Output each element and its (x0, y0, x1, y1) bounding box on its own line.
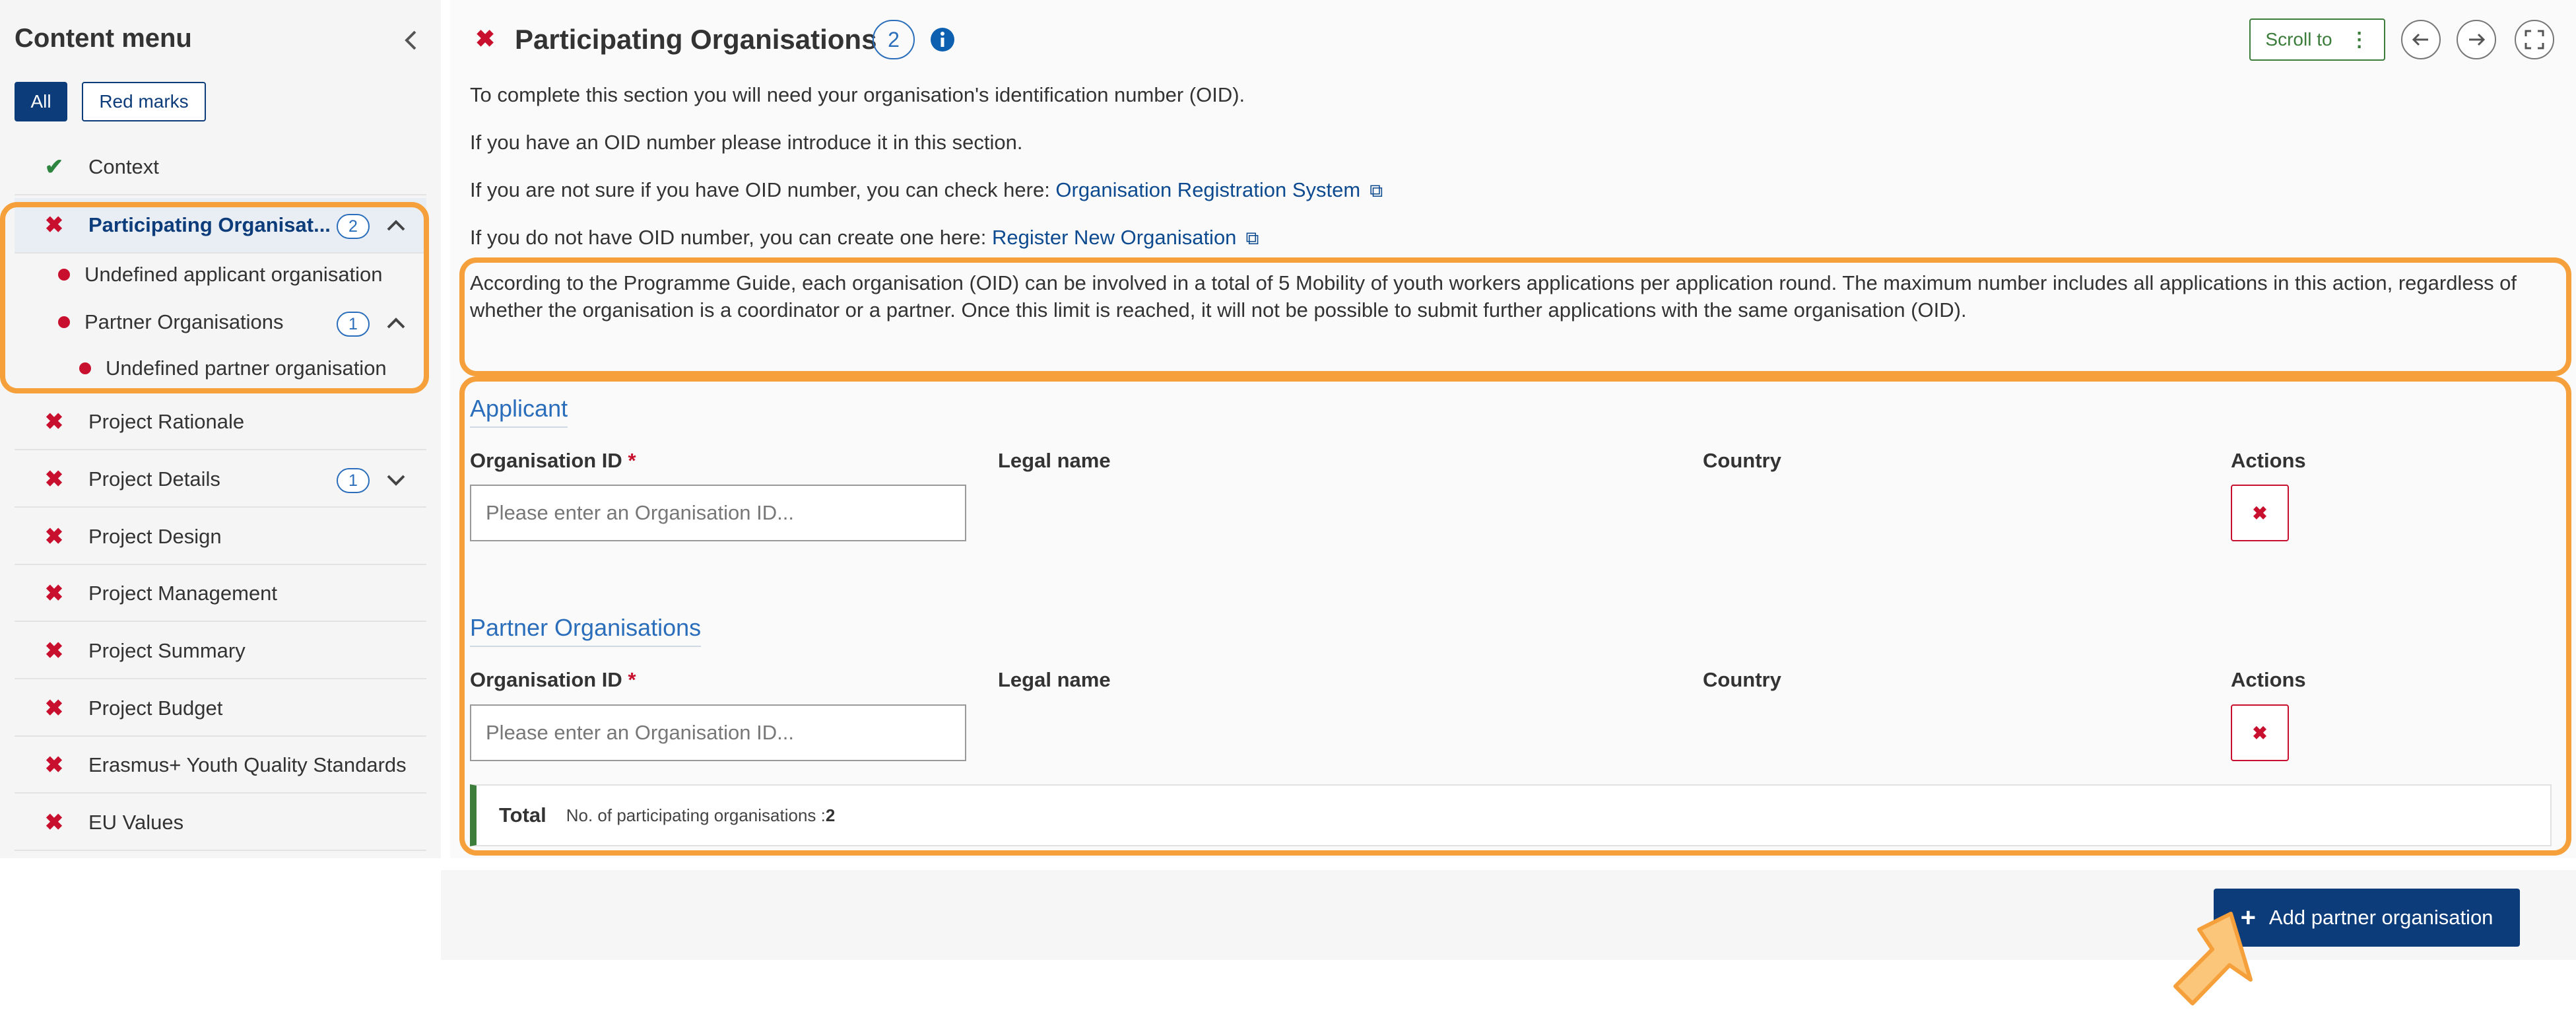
total-count: 2 (825, 805, 836, 825)
sidebar-item-label: Project Rationale (88, 410, 245, 433)
error-x-icon: ✖ (44, 753, 64, 778)
error-x-icon: ✖ (44, 638, 64, 663)
sidebar-item-label: Project Design (88, 525, 222, 548)
external-link-icon: ⧉ (1245, 228, 1259, 248)
intro-text: If you are not sure if you have OID numb… (470, 178, 1056, 201)
column-legal-name: Legal name (998, 668, 1111, 691)
sidebar-item-label: Context (88, 155, 159, 178)
section-title: Participating Organisations (515, 24, 877, 55)
sidebar-item-project-rationale[interactable]: ✖ Project Rationale (15, 395, 426, 450)
sidebar-item-project-budget[interactable]: ✖ Project Budget (15, 681, 426, 737)
next-section-button[interactable] (2457, 20, 2496, 59)
sidebar-title: Content menu (15, 24, 192, 53)
remove-partner-button[interactable]: ✖ (2231, 704, 2289, 761)
arrow-left-icon (2412, 33, 2428, 46)
add-partner-label: Add partner organisation (2268, 906, 2493, 929)
filter-red-marks-button[interactable]: Red marks (82, 82, 206, 121)
sidebar-item-eu-values[interactable]: ✖ EU Values (15, 796, 426, 851)
expand-icon (2525, 30, 2544, 50)
sidebar-item-youth-quality-standards[interactable]: ✖ Erasmus+ Youth Quality Standards (15, 738, 426, 794)
intro-line-create: If you do not have OID number, you can c… (470, 226, 1259, 250)
column-actions: Actions (2231, 668, 2306, 691)
intro-line-have-oid: If you have an OID number please introdu… (470, 131, 1023, 154)
expand-project-details-toggle[interactable] (383, 467, 409, 493)
total-text: No. of participating organisations : (566, 805, 826, 825)
sidebar-item-project-management[interactable]: ✖ Project Management (15, 566, 426, 622)
column-country: Country (1703, 449, 1781, 472)
close-icon: ✖ (2252, 502, 2268, 524)
error-x-icon: ✖ (44, 409, 64, 434)
partners-heading: Partner Organisations (470, 614, 702, 647)
filter-all-button[interactable]: All (15, 82, 67, 121)
partner-oid-input[interactable]: Please enter an Organisation ID... (470, 704, 966, 761)
register-new-organisation-link[interactable]: Register New Organisation (992, 226, 1236, 249)
scroll-to-button[interactable]: Scroll to ⋮ (2249, 18, 2385, 61)
check-icon: ✔ (44, 154, 64, 180)
previous-section-button[interactable] (2401, 20, 2441, 59)
arrow-right-icon (2469, 33, 2486, 46)
column-organisation-id: Organisation ID * (470, 449, 636, 473)
error-x-icon: ✖ (44, 696, 64, 721)
sidebar-item-label: EU Values (88, 811, 184, 834)
intro-line-check: If you are not sure if you have OID numb… (470, 178, 1383, 202)
sidebar-item-label: Project Details (88, 467, 220, 491)
applicant-heading: Applicant (470, 395, 568, 428)
sidebar-item-context[interactable]: ✔ Context (15, 140, 426, 195)
sidebar-item-label: Project Budget (88, 696, 223, 720)
scroll-to-label: Scroll to (2265, 29, 2332, 50)
column-label: Organisation ID (470, 449, 622, 472)
sidebar-item-label: Project Management (88, 582, 278, 605)
total-bar: Total No. of participating organisations… (470, 784, 2552, 846)
required-marker: * (628, 668, 636, 691)
organisation-registration-link[interactable]: Organisation Registration System (1055, 178, 1360, 201)
collapse-sidebar-button[interactable] (395, 24, 428, 57)
count-badge: 1 (337, 468, 370, 493)
applicant-oid-input[interactable]: Please enter an Organisation ID... (470, 485, 966, 541)
external-link-icon: ⧉ (1370, 180, 1383, 201)
chevron-left-icon (405, 30, 416, 50)
error-x-icon: ✖ (44, 810, 64, 835)
error-x-icon: ✖ (44, 581, 64, 606)
sidebar-item-project-design[interactable]: ✖ Project Design (15, 510, 426, 565)
column-actions: Actions (2231, 449, 2306, 472)
error-x-icon: ✖ (475, 25, 496, 52)
info-icon[interactable] (929, 26, 956, 56)
column-country: Country (1703, 668, 1781, 691)
intro-text: If you do not have OID number, you can c… (470, 226, 992, 249)
chevron-down-icon (387, 475, 405, 486)
column-label: Organisation ID (470, 668, 622, 691)
column-organisation-id: Organisation ID * (470, 668, 636, 692)
remove-applicant-button[interactable]: ✖ (2231, 485, 2289, 541)
required-marker: * (628, 449, 636, 472)
section-count-badge: 2 (873, 20, 915, 59)
programme-guide-note: According to the Programme Guide, each o… (470, 271, 2517, 322)
pointer-arrow-icon (2152, 907, 2264, 1016)
close-icon: ✖ (2252, 722, 2268, 743)
column-legal-name: Legal name (998, 449, 1111, 472)
fullscreen-button[interactable] (2515, 20, 2554, 59)
error-x-icon: ✖ (44, 467, 64, 492)
more-vertical-icon: ⋮ (2349, 28, 2369, 51)
sidebar-item-project-summary[interactable]: ✖ Project Summary (15, 624, 426, 679)
total-label: Total (499, 803, 546, 827)
sidebar-item-label: Erasmus+ Youth Quality Standards (88, 753, 407, 776)
highlight-frame (0, 202, 429, 393)
intro-line-oid: To complete this section you will need y… (470, 83, 1245, 106)
sidebar-item-label: Project Summary (88, 639, 246, 662)
error-x-icon: ✖ (44, 524, 64, 549)
